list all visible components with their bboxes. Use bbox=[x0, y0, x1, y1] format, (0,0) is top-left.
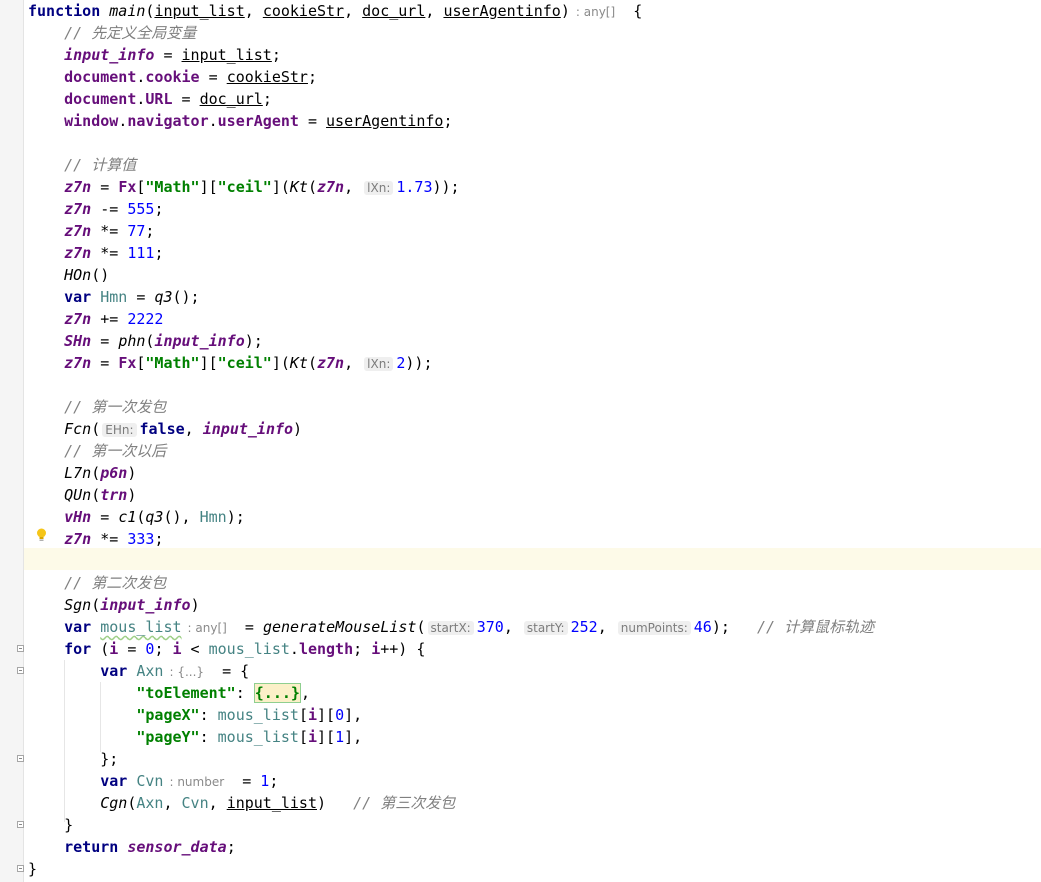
string-literal: "ceil" bbox=[217, 178, 272, 196]
code-line: z7n += 2222 bbox=[64, 310, 164, 328]
code-line: z7n = Fx["Math"]["ceil"](Kt(z7n, lXn: 2))… bbox=[64, 354, 433, 372]
code-line: var Cvn: number = 1; bbox=[100, 772, 279, 790]
number-literal: 0 bbox=[145, 640, 155, 658]
number-literal: 1.73 bbox=[396, 178, 433, 196]
code-line: "pageX": mous_list[i][0], bbox=[136, 706, 363, 724]
code-line: for (i = 0; i < mous_list.length; i++) { bbox=[64, 640, 426, 658]
code-line: // 先定义全局变量 bbox=[28, 22, 1041, 44]
comment: // 第二次发包 bbox=[64, 574, 167, 592]
param-hint: startY: bbox=[523, 621, 568, 635]
param-hint: numPoints: bbox=[617, 621, 691, 635]
code-line: input_info = input_list; bbox=[64, 46, 281, 64]
code-line: z7n -= 555; bbox=[64, 200, 164, 218]
code-line: Fcn(EHn: false, input_info) bbox=[64, 420, 303, 438]
code-line: z7n = Fx["Math"]["ceil"](Kt(z7n, lXn: 1.7… bbox=[64, 178, 460, 196]
folded-region[interactable]: {...} bbox=[253, 683, 301, 703]
fold-marker-function-end[interactable] bbox=[17, 865, 24, 872]
code-line: z7n *= 111; bbox=[64, 244, 164, 262]
number-literal: 555 bbox=[127, 200, 155, 218]
code-line: // 计算值 bbox=[28, 154, 1041, 176]
number-literal: 1 bbox=[335, 728, 345, 746]
comment: // 第一次以后 bbox=[64, 442, 167, 460]
code-line: return sensor_data; bbox=[64, 838, 236, 856]
code-line: function main(input_list, cookieStr, doc… bbox=[28, 2, 643, 20]
code-line: HOn() bbox=[64, 266, 110, 284]
code-editor[interactable]: function main(input_list, cookieStr, doc… bbox=[0, 0, 1041, 882]
type-hint: : any[] bbox=[187, 621, 227, 635]
number-literal: 252 bbox=[570, 618, 598, 636]
code-line: Cgn(Axn, Cvn, input_list) // 第三次发包 bbox=[100, 794, 456, 812]
number-literal: 46 bbox=[693, 618, 712, 636]
fold-marker-for-end[interactable] bbox=[17, 821, 24, 828]
code-line: L7n(p6n) bbox=[64, 464, 137, 482]
comment: // 先定义全局变量 bbox=[64, 24, 197, 42]
code-line: QUn(trn) bbox=[64, 486, 137, 504]
param-hint: lXn: bbox=[364, 181, 394, 195]
string-literal: "Math" bbox=[145, 354, 200, 372]
string-literal: "pageY" bbox=[136, 728, 200, 746]
code-line: window.navigator.userAgent = userAgentin… bbox=[64, 112, 453, 130]
code-lines: function main(input_list, cookieStr, doc… bbox=[28, 0, 1041, 880]
fold-marker-object-end[interactable] bbox=[17, 755, 24, 762]
param-hint: lXn: bbox=[364, 357, 394, 371]
type-hint: : number bbox=[169, 775, 225, 789]
comment: // 计算值 bbox=[64, 156, 137, 174]
code-line: var Hmn = q3(); bbox=[64, 288, 200, 306]
type-hint: : {...} bbox=[169, 665, 205, 679]
string-literal: "toElement" bbox=[136, 684, 236, 702]
code-line: document.URL = doc_url; bbox=[64, 90, 272, 108]
number-literal: 1 bbox=[260, 772, 270, 790]
comment: // 第一次发包 bbox=[64, 398, 167, 416]
param-hint: EHn: bbox=[102, 423, 137, 437]
editor-gutter bbox=[0, 0, 24, 882]
number-literal: 370 bbox=[476, 618, 504, 636]
string-literal: "Math" bbox=[145, 178, 200, 196]
number-literal: 0 bbox=[335, 706, 345, 724]
code-line: "toElement": {...}, bbox=[136, 683, 310, 703]
code-line: SHn = phn(input_info); bbox=[64, 332, 263, 350]
code-line: var Axn: {...} = { bbox=[100, 662, 250, 680]
code-line: // 第二次发包 bbox=[28, 572, 1041, 594]
type-hint: : any[] bbox=[575, 5, 616, 19]
number-literal: 2222 bbox=[127, 310, 164, 328]
comment: // 第三次发包 bbox=[353, 794, 456, 812]
fold-marker-for[interactable] bbox=[17, 645, 24, 652]
code-line-current[interactable] bbox=[28, 550, 1041, 572]
number-literal: 111 bbox=[127, 244, 155, 262]
code-line: } bbox=[28, 816, 74, 834]
number-literal: 333 bbox=[127, 530, 155, 548]
code-line: }; bbox=[28, 750, 119, 768]
fold-marker-object[interactable] bbox=[17, 667, 24, 674]
code-line: // 第一次发包 bbox=[28, 396, 1041, 418]
number-literal: 2 bbox=[396, 354, 406, 372]
code-line: // 第一次以后 bbox=[28, 440, 1041, 462]
code-line: z7n *= 77; bbox=[64, 222, 155, 240]
code-line: var mous_list: any[] = generateMouseList… bbox=[64, 618, 875, 636]
code-line: z7n *= 333; bbox=[64, 530, 164, 548]
number-literal: 77 bbox=[127, 222, 146, 240]
param-hint: startX: bbox=[427, 621, 474, 635]
code-line: vHn = c1(q3(), Hmn); bbox=[64, 508, 245, 526]
code-line: "pageY": mous_list[i][1], bbox=[136, 728, 363, 746]
string-literal: "ceil" bbox=[217, 354, 272, 372]
code-line: } bbox=[28, 860, 38, 878]
string-literal: "pageX" bbox=[136, 706, 200, 724]
code-line: Sgn(input_info) bbox=[64, 596, 200, 614]
comment: // 计算鼠标轨迹 bbox=[756, 618, 875, 636]
code-line: document.cookie = cookieStr; bbox=[64, 68, 317, 86]
